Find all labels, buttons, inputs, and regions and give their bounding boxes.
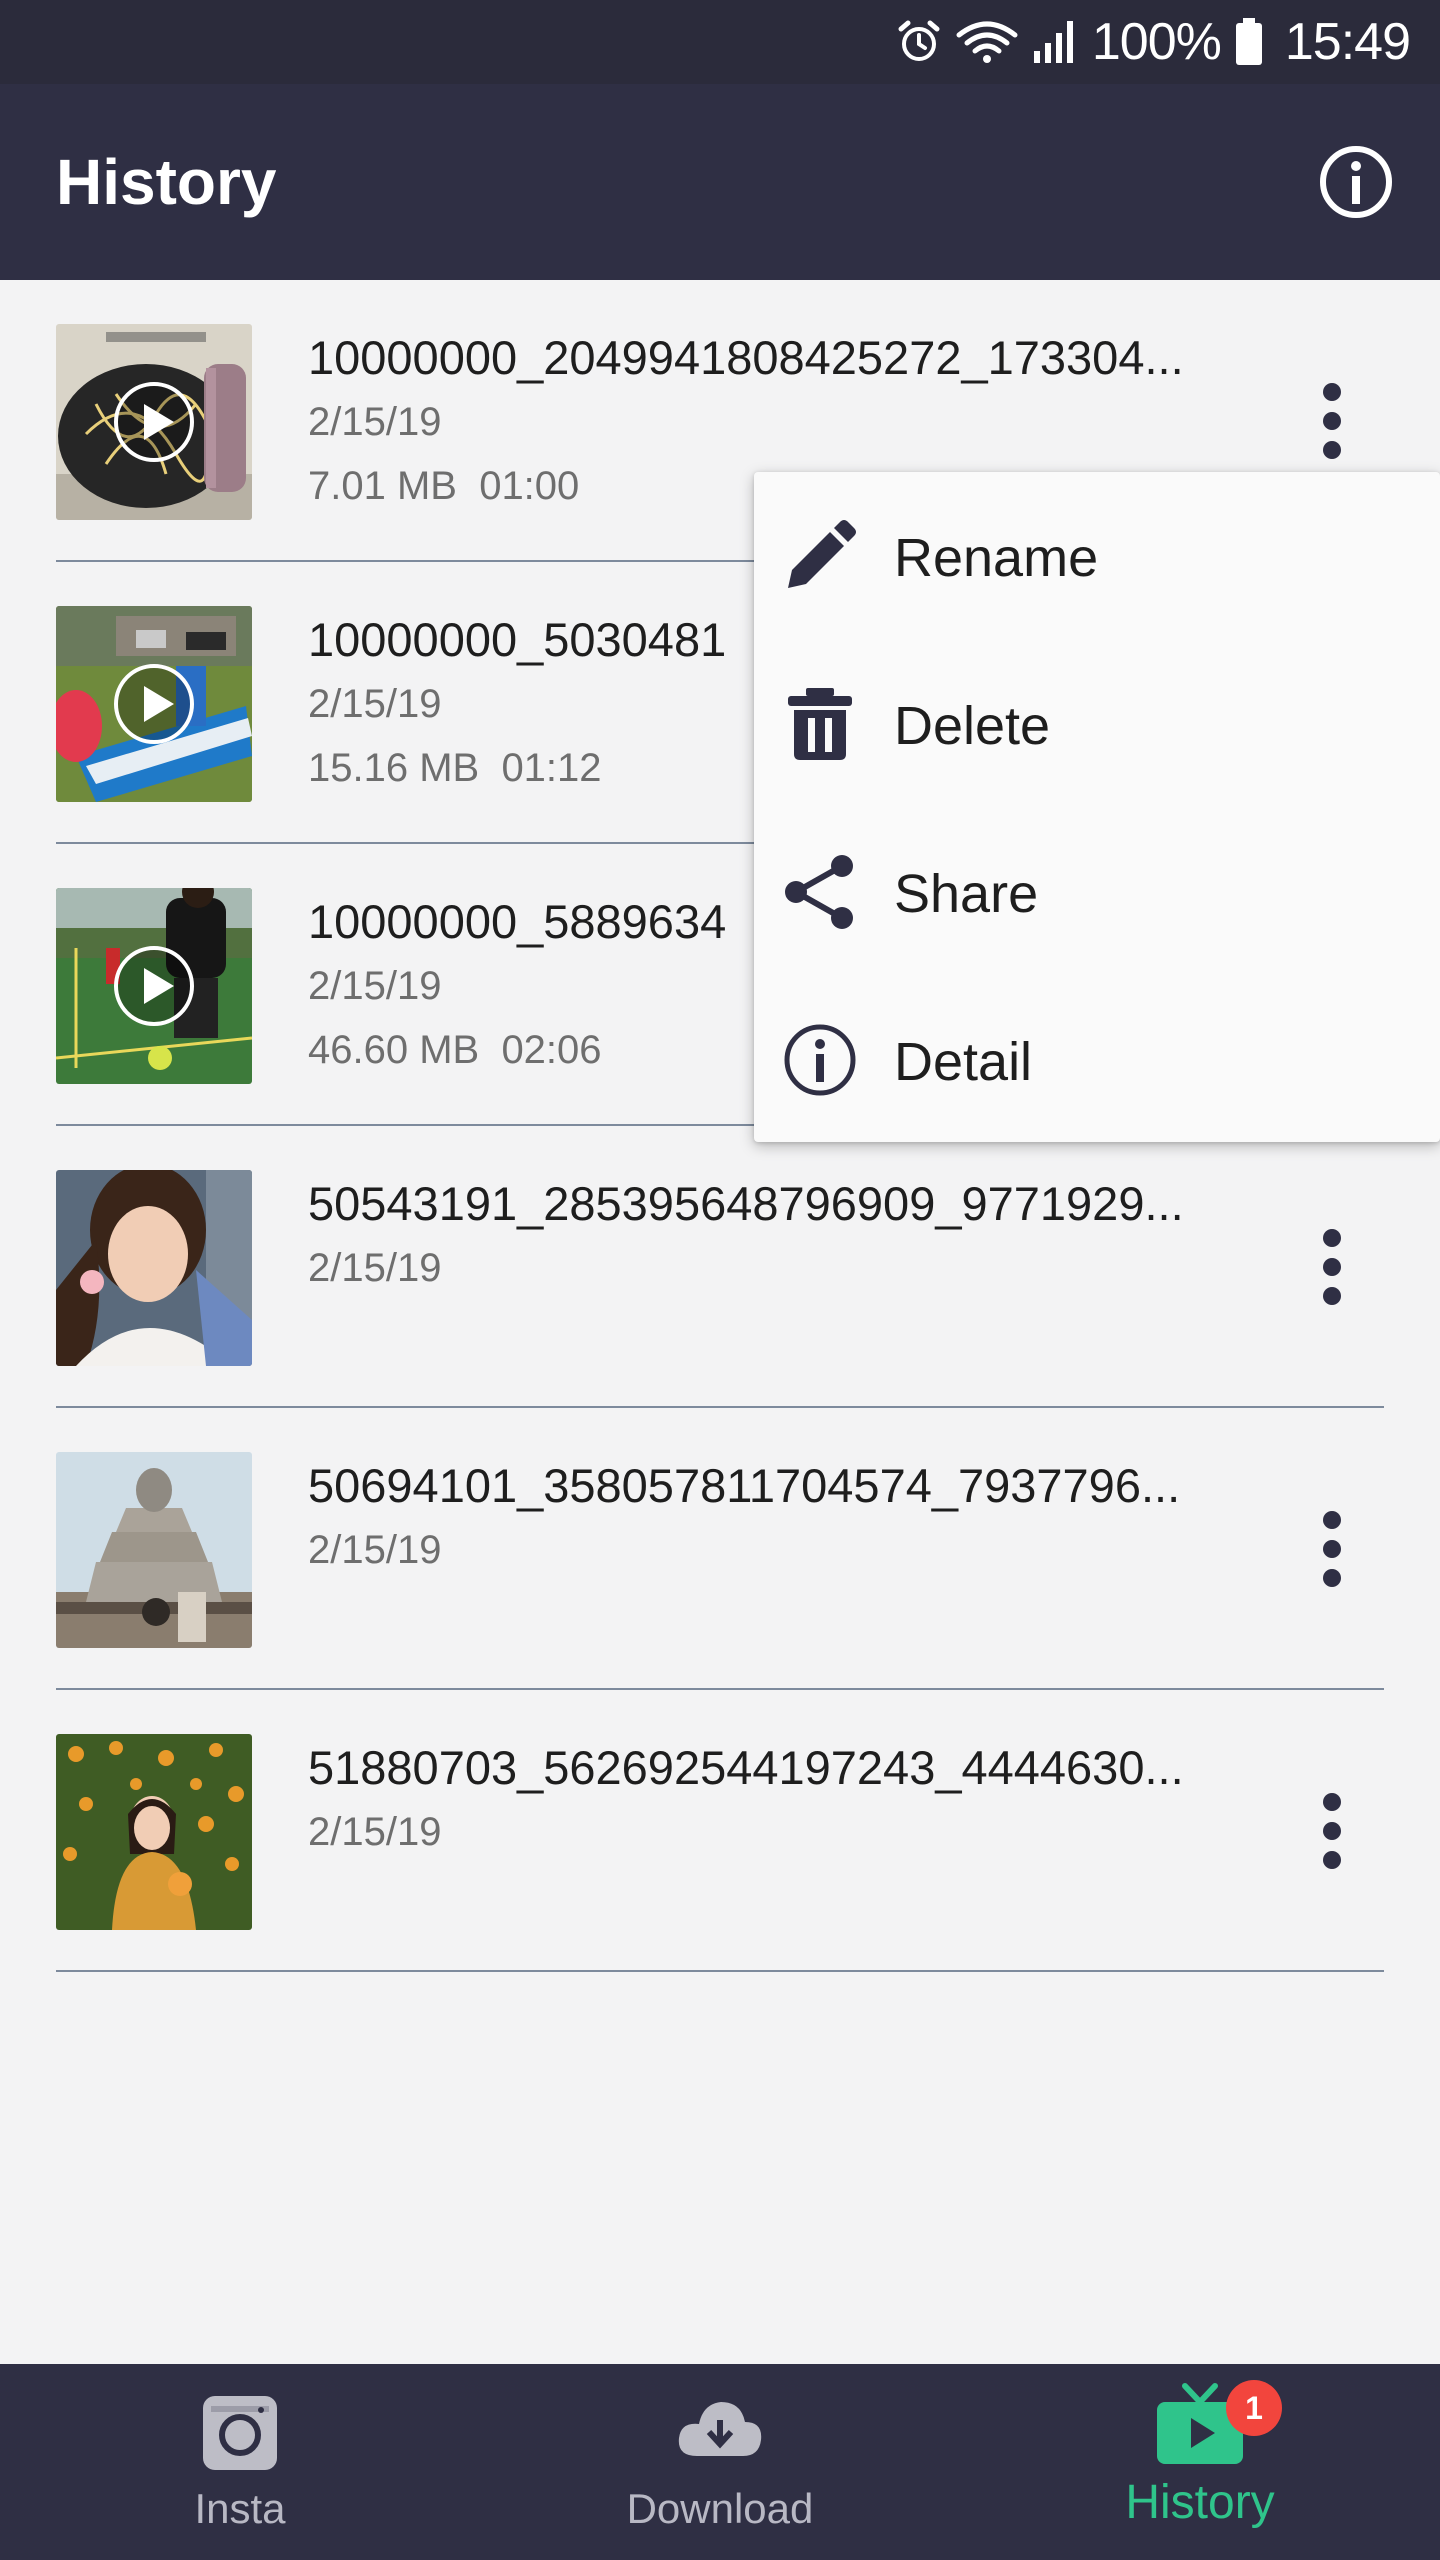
more-vertical-icon bbox=[1323, 1511, 1341, 1587]
more-options-button[interactable] bbox=[1300, 1222, 1364, 1312]
video-thumbnail[interactable] bbox=[56, 324, 252, 520]
tab-history[interactable]: History bbox=[960, 2364, 1440, 2560]
file-size-duration: 15.16 MB 01:12 bbox=[308, 746, 602, 790]
cloud-download-icon bbox=[678, 2402, 762, 2456]
file-date: 2/15/19 bbox=[308, 682, 442, 726]
video-thumbnail[interactable] bbox=[56, 606, 252, 802]
signal-icon bbox=[1033, 21, 1073, 63]
play-icon bbox=[114, 946, 194, 1026]
wifi-icon bbox=[956, 21, 1018, 63]
image-thumbnail[interactable] bbox=[56, 1452, 252, 1648]
more-vertical-icon bbox=[1323, 1229, 1341, 1305]
file-name: 50694101_358057811704574_7937796... bbox=[308, 1459, 1181, 1512]
file-date: 2/15/19 bbox=[308, 400, 442, 444]
menu-item-rename[interactable]: Rename bbox=[754, 472, 1440, 640]
menu-item-label: Delete bbox=[894, 696, 1051, 756]
menu-item-share[interactable]: Share bbox=[754, 808, 1440, 976]
info-icon bbox=[1320, 146, 1392, 218]
info-icon bbox=[784, 1024, 856, 1096]
tab-label: Download bbox=[626, 2485, 814, 2532]
more-vertical-icon bbox=[1323, 1793, 1341, 1869]
battery-icon bbox=[1235, 18, 1262, 65]
status-bar: 100% 15:49 bbox=[0, 0, 1440, 84]
page-title: History bbox=[56, 146, 277, 218]
battery-percentage: 100% bbox=[1091, 13, 1222, 71]
tab-download[interactable]: Download bbox=[480, 2364, 960, 2560]
tab-insta[interactable]: Insta bbox=[0, 2364, 480, 2560]
context-menu: Rename Delete Share Detail bbox=[754, 472, 1440, 1142]
status-time: 15:49 bbox=[1284, 13, 1411, 71]
file-name: 10000000_2049941808425272_173304... bbox=[308, 331, 1184, 384]
image-thumbnail[interactable] bbox=[56, 1734, 252, 1930]
info-button[interactable] bbox=[1316, 142, 1396, 222]
instagram-icon bbox=[203, 2396, 277, 2470]
menu-item-detail[interactable]: Detail bbox=[754, 976, 1440, 1144]
alarm-icon bbox=[898, 20, 940, 61]
file-name: 51880703_562692544197243_4444630... bbox=[308, 1741, 1184, 1794]
more-options-button[interactable] bbox=[1300, 1504, 1364, 1594]
more-vertical-icon bbox=[1323, 383, 1341, 459]
menu-item-label: Share bbox=[894, 864, 1039, 924]
play-icon bbox=[114, 664, 194, 744]
file-name: 50543191_285395648796909_9771929... bbox=[308, 1177, 1184, 1230]
app-bar: History bbox=[0, 84, 1440, 280]
file-date: 2/15/19 bbox=[308, 1246, 442, 1290]
play-icon bbox=[114, 382, 194, 462]
pencil-icon bbox=[788, 520, 856, 588]
menu-item-delete[interactable]: Delete bbox=[754, 640, 1440, 808]
notification-badge: 1 bbox=[1226, 2380, 1282, 2436]
file-date: 2/15/19 bbox=[308, 964, 442, 1008]
file-size-duration: 7.01 MB 01:00 bbox=[308, 464, 580, 508]
video-thumbnail[interactable] bbox=[56, 888, 252, 1084]
list-item[interactable]: 51880703_562692544197243_4444630... 2/15… bbox=[0, 1690, 1440, 1972]
list-item[interactable]: 50694101_358057811704574_7937796... 2/15… bbox=[0, 1408, 1440, 1690]
divider bbox=[56, 1970, 1384, 1972]
menu-item-label: Detail bbox=[894, 1032, 1033, 1092]
file-date: 2/15/19 bbox=[308, 1810, 442, 1854]
bottom-navigation: Insta Download History bbox=[0, 2364, 1440, 2560]
list-item[interactable]: 50543191_285395648796909_9771929... 2/15… bbox=[0, 1126, 1440, 1408]
tab-label: Insta bbox=[194, 2485, 286, 2532]
tab-label: History bbox=[1125, 2476, 1275, 2529]
file-size-duration: 46.60 MB 02:06 bbox=[308, 1028, 602, 1072]
file-date: 2/15/19 bbox=[308, 1528, 442, 1572]
trash-icon bbox=[788, 688, 852, 760]
more-options-button[interactable] bbox=[1300, 1786, 1364, 1876]
image-thumbnail[interactable] bbox=[56, 1170, 252, 1366]
share-icon bbox=[785, 855, 853, 929]
more-options-button[interactable] bbox=[1300, 376, 1364, 466]
menu-item-label: Rename bbox=[894, 528, 1099, 588]
